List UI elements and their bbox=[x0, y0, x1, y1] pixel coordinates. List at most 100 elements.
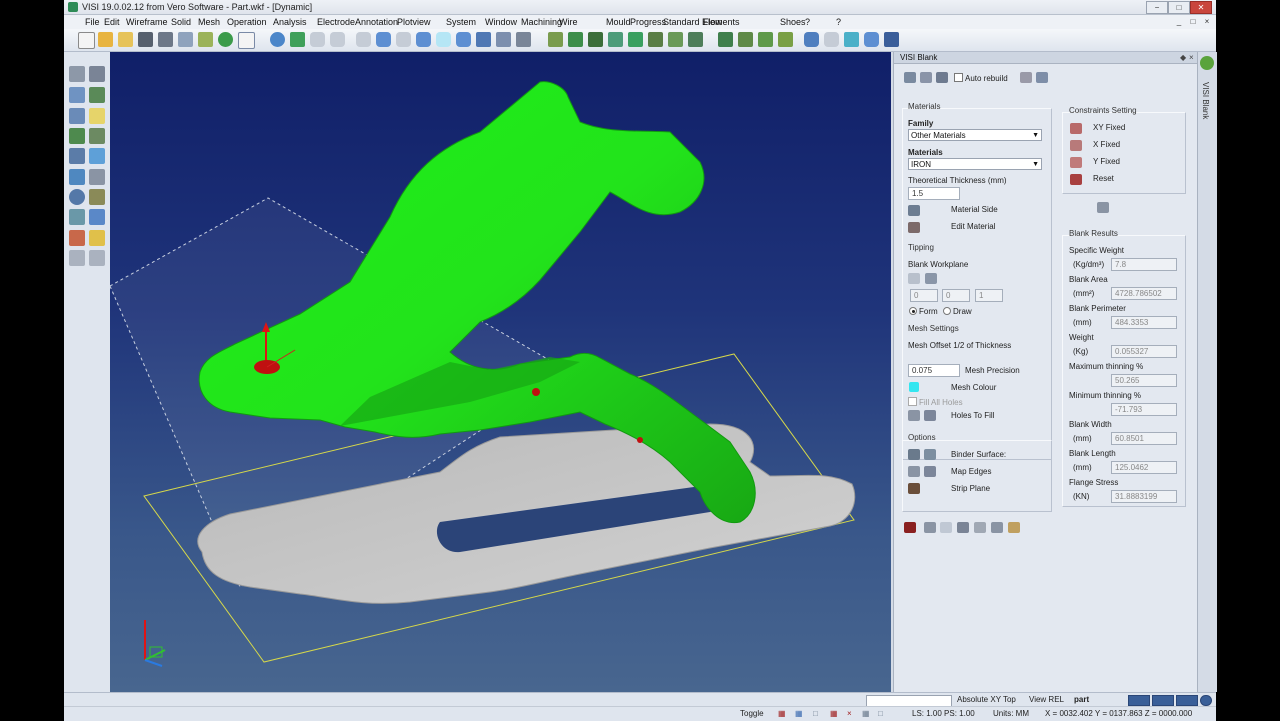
binder-clear-icon[interactable] bbox=[924, 449, 936, 460]
map-edges-clear-icon[interactable] bbox=[924, 466, 936, 477]
binder-pick-icon[interactable] bbox=[908, 449, 920, 460]
open-folder-icon[interactable] bbox=[98, 32, 113, 47]
zoom-icon[interactable] bbox=[516, 32, 531, 47]
cylinder-view-4-icon[interactable] bbox=[396, 32, 411, 47]
cylinder-view-3-icon[interactable] bbox=[356, 32, 371, 47]
family-dropdown[interactable]: Other Materials ▼ bbox=[908, 129, 1042, 141]
note-icon[interactable] bbox=[89, 108, 105, 124]
save-icon[interactable] bbox=[138, 32, 153, 47]
edit-material-icon[interactable] bbox=[908, 222, 920, 233]
reset-icon[interactable] bbox=[1070, 174, 1082, 185]
mould-3-icon[interactable] bbox=[758, 32, 773, 47]
tool-d-icon[interactable] bbox=[974, 522, 986, 533]
menu-standard-elements[interactable]: Flow bbox=[703, 17, 722, 27]
toggle-label[interactable]: Toggle bbox=[740, 709, 764, 718]
edit-material-label[interactable]: Edit Material bbox=[951, 222, 995, 231]
dimension-icon[interactable] bbox=[89, 189, 105, 205]
x-fixed-label[interactable]: X Fixed bbox=[1093, 140, 1120, 149]
menu-mesh[interactable]: Mesh bbox=[198, 17, 220, 27]
view-rel-label[interactable]: View REL bbox=[1029, 695, 1064, 704]
workplane-axis-icon[interactable] bbox=[925, 273, 937, 284]
x-fixed-icon[interactable] bbox=[1070, 140, 1082, 151]
menu-help[interactable]: ? bbox=[836, 17, 841, 27]
window-icon[interactable] bbox=[238, 32, 255, 49]
blank-run-icon[interactable] bbox=[904, 72, 916, 83]
cylinder-blue-icon[interactable] bbox=[804, 32, 819, 47]
workplane-z-input[interactable]: 1 bbox=[975, 289, 1003, 302]
tool-c-icon[interactable] bbox=[957, 522, 969, 533]
analysis-5-icon[interactable] bbox=[628, 32, 643, 47]
auto-rebuild-checkbox[interactable]: Auto rebuild bbox=[954, 73, 1008, 83]
menu-wireframe[interactable]: Wireframe bbox=[126, 17, 168, 27]
menu-edit[interactable]: Edit bbox=[104, 17, 120, 27]
menu-flow[interactable]: Shoes bbox=[780, 17, 806, 27]
holes-clear-icon[interactable] bbox=[924, 410, 936, 421]
transform-icon[interactable] bbox=[69, 108, 85, 124]
surface-icon[interactable] bbox=[89, 148, 105, 164]
material-side-icon[interactable] bbox=[908, 205, 920, 216]
menu-modelling[interactable]: Analysis bbox=[273, 17, 307, 27]
snap-icon-1[interactable]: ▦ bbox=[778, 709, 786, 718]
layout-button-3[interactable] bbox=[1176, 695, 1198, 706]
xy-fixed-label[interactable]: XY Fixed bbox=[1093, 123, 1125, 132]
analysis-2-icon[interactable] bbox=[568, 32, 583, 47]
tool-f-icon[interactable] bbox=[1008, 522, 1020, 533]
globe-icon[interactable] bbox=[218, 32, 233, 47]
menu-progress[interactable]: Standard Elements bbox=[663, 17, 740, 27]
cylinder-shaded-1-icon[interactable] bbox=[376, 32, 391, 47]
blank-settings-icon[interactable] bbox=[936, 72, 948, 83]
menu-machining[interactable]: Wire bbox=[559, 17, 578, 27]
mould-2-icon[interactable] bbox=[738, 32, 753, 47]
mdi-minimize-icon[interactable]: _ bbox=[1174, 17, 1184, 26]
layer-label[interactable]: part bbox=[1074, 695, 1089, 704]
thickness-input[interactable]: 1.5 bbox=[908, 187, 960, 200]
frame-icon[interactable] bbox=[69, 87, 85, 103]
blank-report-icon[interactable] bbox=[904, 522, 916, 533]
question-icon[interactable] bbox=[69, 189, 85, 205]
menu-file[interactable]: File bbox=[85, 17, 100, 27]
close-button[interactable]: ✕ bbox=[1190, 1, 1212, 14]
menu-mould[interactable]: Progress bbox=[630, 17, 666, 27]
cube-icon[interactable] bbox=[884, 32, 899, 47]
mdi-close-icon[interactable]: × bbox=[1202, 17, 1212, 26]
visi-blank-side-tab[interactable]: VISI Blank bbox=[1201, 82, 1210, 119]
workplane-y-input[interactable]: 0 bbox=[942, 289, 970, 302]
tool-a-icon[interactable] bbox=[924, 522, 936, 533]
workplane-x-input[interactable]: 0 bbox=[910, 289, 938, 302]
mesh-colour-swatch[interactable] bbox=[909, 382, 919, 392]
analysis-7-icon[interactable] bbox=[668, 32, 683, 47]
rotate-icon[interactable] bbox=[69, 169, 85, 185]
blank-options-icon[interactable] bbox=[920, 72, 932, 83]
grid-icon[interactable] bbox=[69, 148, 85, 164]
menu-electrode[interactable]: Annotation bbox=[355, 17, 398, 27]
brush-icon[interactable] bbox=[89, 128, 105, 144]
menu-wire[interactable]: Mould bbox=[606, 17, 631, 27]
report-icon[interactable] bbox=[1020, 72, 1032, 83]
materials-dropdown[interactable]: IRON ▼ bbox=[908, 158, 1042, 170]
tool-b-icon[interactable] bbox=[940, 522, 952, 533]
workplane-pick-icon[interactable] bbox=[908, 273, 920, 284]
view-mode-label[interactable]: Absolute XY Top bbox=[957, 695, 1016, 704]
snap-icon-7[interactable]: □ bbox=[878, 709, 883, 718]
box-icon[interactable] bbox=[89, 169, 105, 185]
drop-icon[interactable] bbox=[844, 32, 859, 47]
edit-pen-icon[interactable] bbox=[89, 87, 105, 103]
snap-icon-6[interactable]: ▦ bbox=[862, 709, 870, 718]
refresh-icon[interactable] bbox=[270, 32, 285, 47]
preview-icon[interactable] bbox=[1036, 72, 1048, 83]
holes-pick-icon[interactable] bbox=[908, 410, 920, 421]
menu-system[interactable]: Window bbox=[485, 17, 517, 27]
analysis-6-icon[interactable] bbox=[648, 32, 663, 47]
y-fixed-label[interactable]: Y Fixed bbox=[1093, 157, 1120, 166]
analysis-4-icon[interactable] bbox=[608, 32, 623, 47]
layout-button-2[interactable] bbox=[1152, 695, 1174, 706]
view-box-icon[interactable] bbox=[476, 32, 491, 47]
print-icon[interactable] bbox=[178, 32, 193, 47]
snap-icon-5[interactable]: × bbox=[847, 709, 852, 718]
save-as-icon[interactable] bbox=[158, 32, 173, 47]
map-edges-pick-icon[interactable] bbox=[908, 466, 920, 477]
cylinder-view-1-icon[interactable] bbox=[310, 32, 325, 47]
undo-shape-icon[interactable] bbox=[89, 209, 105, 225]
menu-plotview[interactable]: System bbox=[446, 17, 476, 27]
menu-annotation[interactable]: Plotview bbox=[397, 17, 431, 27]
